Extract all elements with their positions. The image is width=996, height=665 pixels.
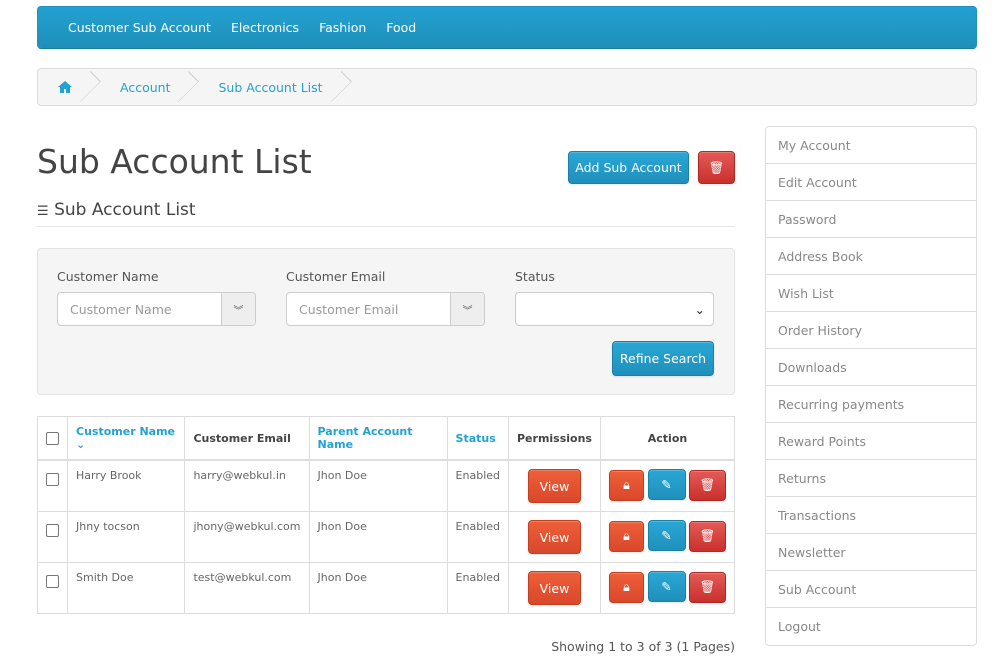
customer-name: Smith Doe [66, 562, 186, 614]
chevron-down-icon[interactable]: ︾ [450, 293, 484, 325]
list-icon: ☰ [37, 204, 49, 219]
lock-icon: 🔒︎ [623, 579, 630, 594]
row-checkbox[interactable] [46, 524, 59, 537]
breadcrumb-home[interactable] [38, 69, 92, 105]
row-checkbox[interactable] [46, 575, 59, 588]
pencil-icon: ✎ [661, 477, 672, 492]
sidebar-item-returns[interactable]: Returns [766, 460, 976, 497]
parent-account: Jhon Doe [308, 459, 448, 512]
section-heading: ☰ Sub Account List [37, 200, 196, 220]
nav-food[interactable]: Food [386, 20, 416, 35]
trash-icon: 🗑 [699, 528, 716, 543]
home-icon [58, 81, 72, 93]
sidebar-item-logout[interactable]: Logout [766, 608, 976, 645]
sidebar-item-address-book[interactable]: Address Book [766, 238, 976, 275]
parent-account: Jhon Doe [308, 511, 448, 563]
status: Enabled [446, 459, 510, 512]
sort-customer-name[interactable]: Customer Name ⌄ [66, 416, 186, 461]
lock-button[interactable]: 🔒︎ [609, 520, 644, 552]
trash-icon: 🗑 [699, 477, 716, 492]
customer-email-placeholder: Customer Email [299, 301, 399, 317]
status: Enabled [446, 511, 510, 563]
customer-email-input[interactable]: Customer Email ︾ [286, 292, 485, 326]
top-navbar: Customer Sub Account Electronics Fashion… [37, 6, 977, 48]
parent-account: Jhon Doe [308, 562, 448, 614]
lock-icon: 🔒︎ [623, 477, 630, 492]
table-row: Harry Brook harry@webkul.in Jhon Doe Ena… [37, 459, 735, 512]
header-action: Action [600, 416, 735, 461]
customer-email: test@webkul.com [184, 562, 310, 614]
divider [37, 226, 735, 227]
customer-email-label: Customer Email [286, 269, 386, 284]
pencil-icon: ✎ [661, 528, 672, 543]
status: Enabled [446, 562, 510, 614]
edit-button[interactable]: ✎ [647, 469, 686, 500]
delete-button[interactable]: 🗑 [689, 469, 726, 501]
header-customer-email: Customer Email [184, 416, 310, 461]
breadcrumb-sub-account-list[interactable]: Sub Account List [190, 69, 342, 105]
select-all-checkbox[interactable] [46, 432, 59, 445]
customer-name: Harry Brook [66, 459, 186, 512]
pagination-info: Showing 1 to 3 of 3 (1 Pages) [551, 639, 735, 654]
nav-customer-sub-account[interactable]: Customer Sub Account [68, 20, 211, 35]
sidebar-item-password[interactable]: Password [766, 201, 976, 238]
breadcrumb-account[interactable]: Account [92, 69, 190, 105]
sidebar-item-wish-list[interactable]: Wish List [766, 275, 976, 312]
edit-button[interactable]: ✎ [647, 571, 686, 602]
chevron-down-icon: ⌄ [694, 301, 705, 317]
sidebar-item-edit-account[interactable]: Edit Account [766, 164, 976, 201]
sidebar-item-reward-points[interactable]: Reward Points [766, 423, 976, 460]
trash-icon: 🗑 [699, 579, 716, 594]
sidebar-item-downloads[interactable]: Downloads [766, 349, 976, 386]
sidebar-item-newsletter[interactable]: Newsletter [766, 534, 976, 571]
trash-icon: 🗑 [708, 159, 725, 175]
status-select[interactable]: ⌄ [515, 292, 714, 326]
sidebar-item-transactions[interactable]: Transactions [766, 497, 976, 534]
table-row: Smith Doe test@webkul.com Jhon Doe Enabl… [37, 562, 735, 614]
sub-account-table: Customer Name ⌄ Customer Email Parent Ac… [37, 416, 735, 614]
nav-electronics[interactable]: Electronics [231, 20, 299, 35]
delete-button[interactable]: 🗑 [689, 520, 726, 552]
lock-icon: 🔒︎ [623, 528, 630, 543]
customer-name-input[interactable]: Customer Name ︾ [57, 292, 256, 326]
header-permissions: Permissions [508, 416, 601, 461]
row-checkbox[interactable] [46, 473, 59, 486]
refine-search-button[interactable]: Refine Search [612, 341, 714, 376]
breadcrumb: Account Sub Account List [37, 68, 977, 106]
customer-email: harry@webkul.in [184, 459, 310, 512]
account-sidebar: My Account Edit Account Password Address Bo… [765, 126, 977, 646]
customer-name-label: Customer Name [57, 269, 159, 284]
edit-button[interactable]: ✎ [647, 520, 686, 551]
status-label: Status [515, 269, 555, 284]
customer-name: Jhny tocson [66, 511, 186, 563]
table-header: Customer Name ⌄ Customer Email Parent Ac… [37, 416, 735, 461]
table-row: Jhny tocson jhony@webkul.com Jhon Doe En… [37, 511, 735, 563]
section-heading-text: Sub Account List [54, 200, 196, 220]
sidebar-item-order-history[interactable]: Order History [766, 312, 976, 349]
customer-email: jhony@webkul.com [184, 511, 310, 563]
view-permissions-button[interactable]: View [528, 520, 581, 554]
delete-button[interactable]: 🗑 [689, 571, 726, 603]
sort-parent-account-name[interactable]: Parent Account Name [308, 416, 448, 461]
filter-panel: Customer Name Customer Name ︾ Customer Em… [37, 248, 735, 395]
lock-button[interactable]: 🔒︎ [609, 571, 644, 603]
view-permissions-button[interactable]: View [528, 571, 581, 605]
pencil-icon: ✎ [661, 579, 672, 594]
sidebar-item-recurring-payments[interactable]: Recurring payments [766, 386, 976, 423]
add-sub-account-button[interactable]: Add Sub Account [568, 151, 689, 184]
customer-name-placeholder: Customer Name [70, 301, 172, 317]
sidebar-item-my-account[interactable]: My Account [766, 127, 976, 164]
view-permissions-button[interactable]: View [528, 469, 581, 503]
sidebar-item-sub-account[interactable]: Sub Account [766, 571, 976, 608]
delete-selected-button[interactable]: 🗑 [698, 151, 735, 184]
chevron-down-icon[interactable]: ︾ [221, 293, 255, 325]
lock-button[interactable]: 🔒︎ [609, 469, 644, 501]
sort-status[interactable]: Status [446, 416, 510, 461]
page-title: Sub Account List [37, 142, 312, 181]
nav-fashion[interactable]: Fashion [319, 20, 366, 35]
